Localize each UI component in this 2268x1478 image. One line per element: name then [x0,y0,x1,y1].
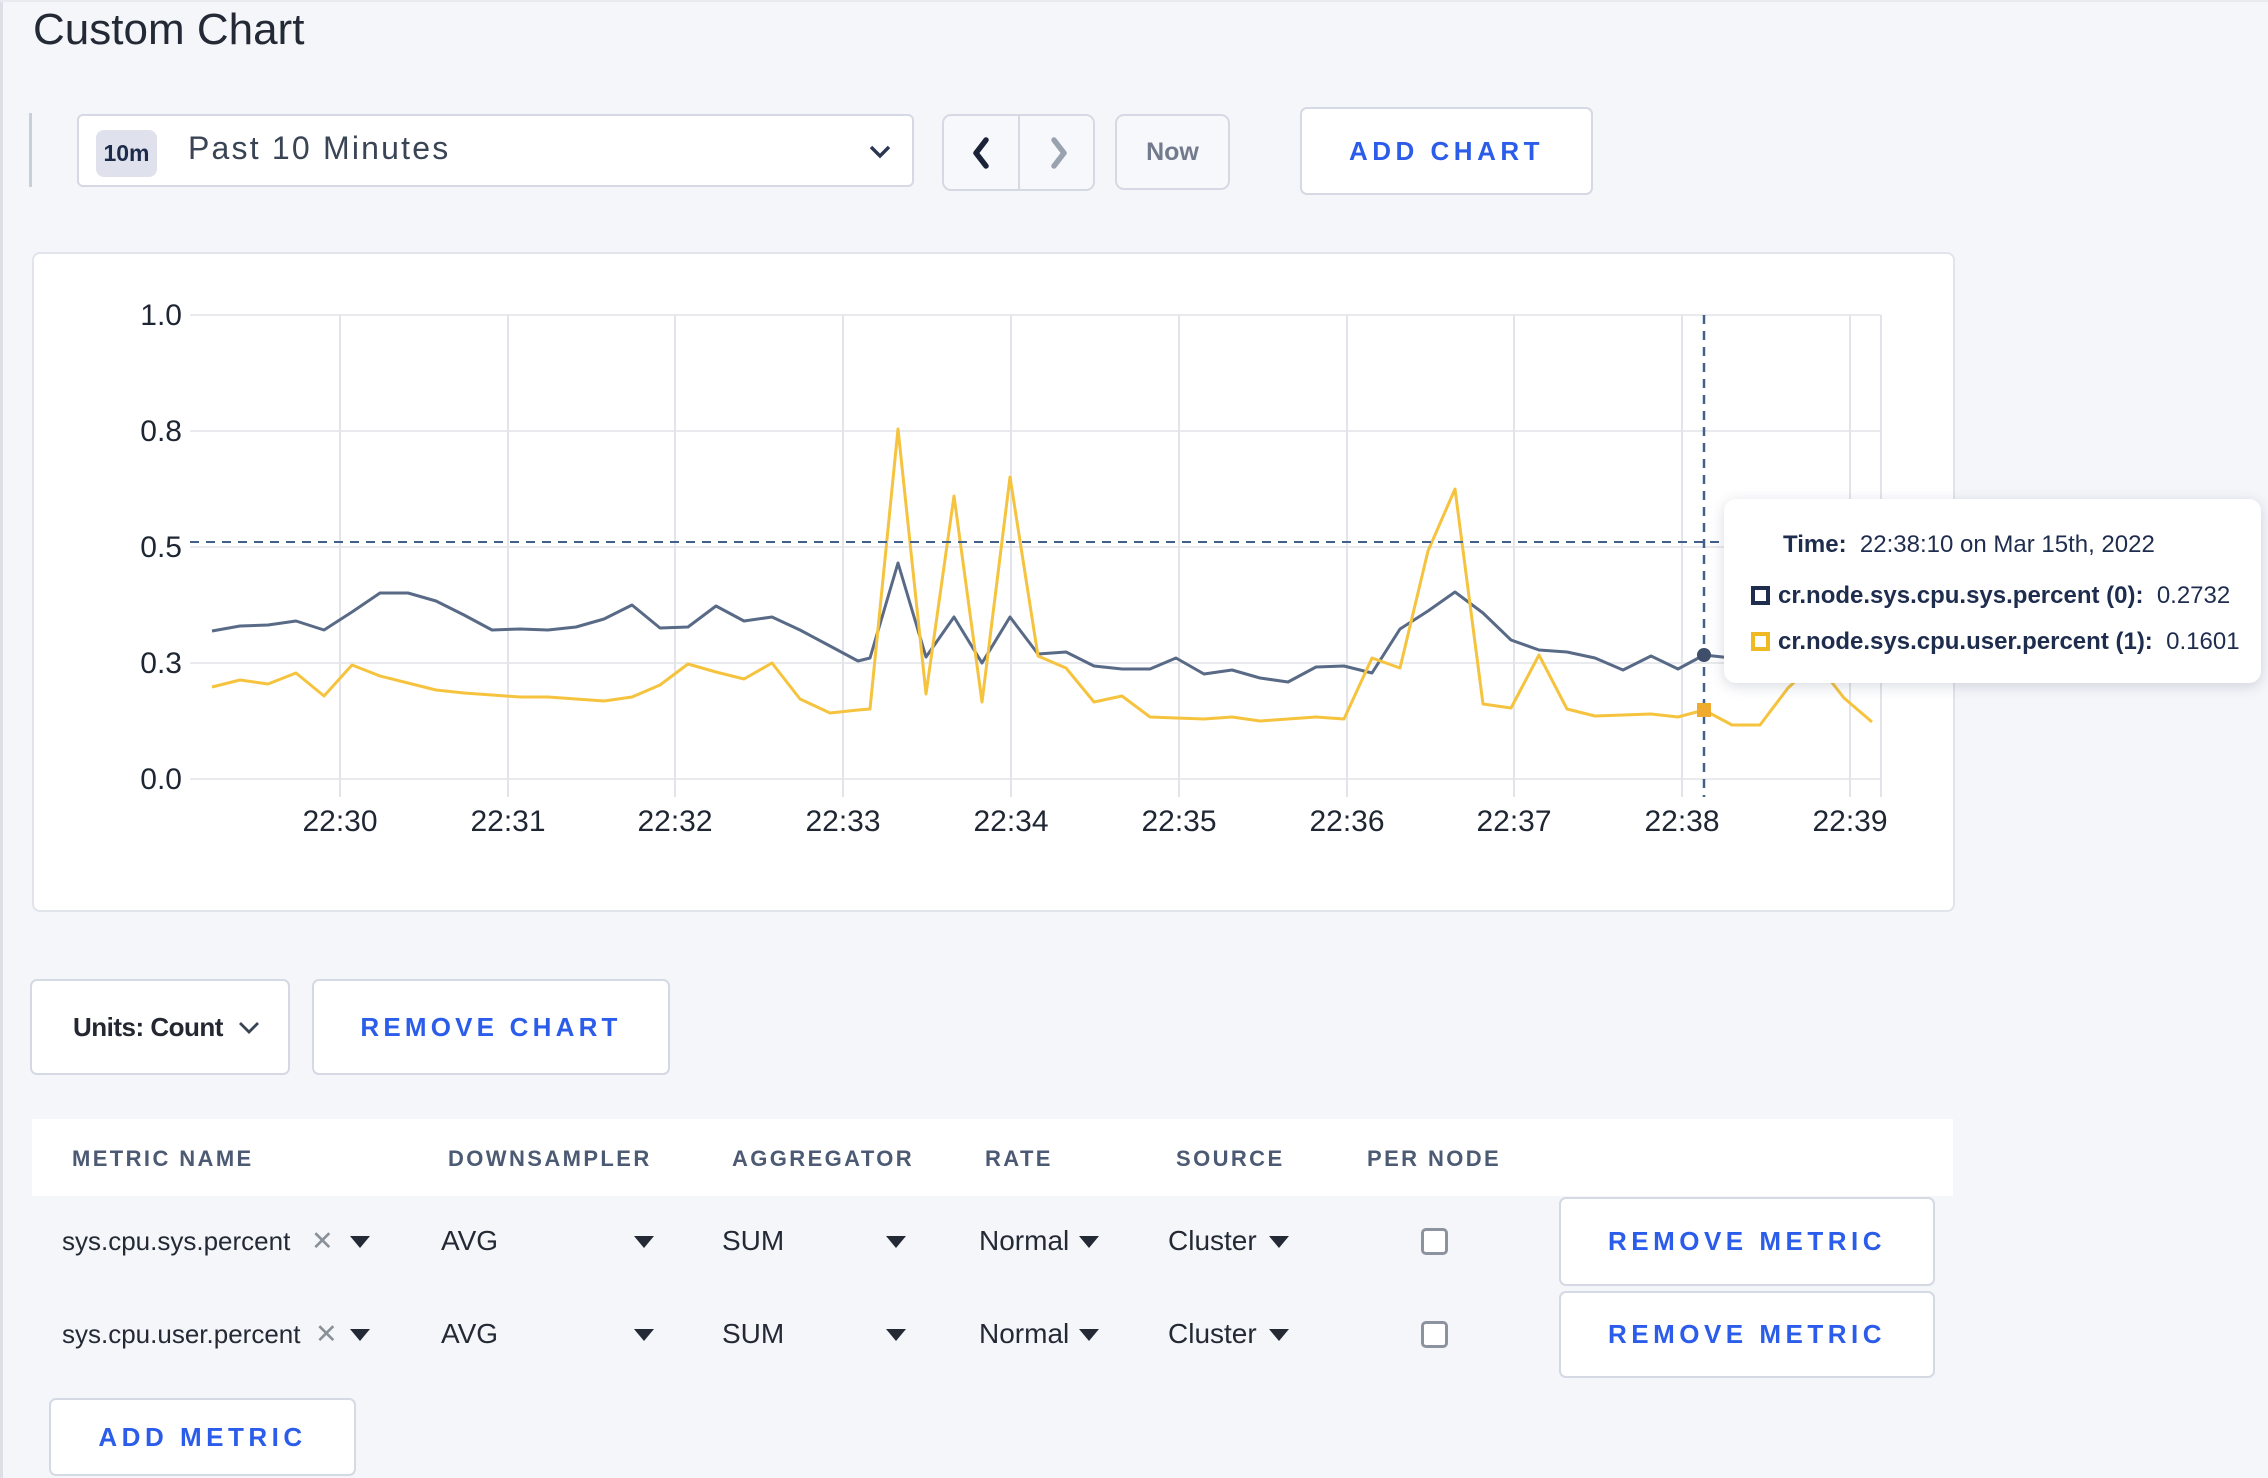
svg-text:22:38: 22:38 [1644,805,1719,838]
svg-text:1.0: 1.0 [140,299,182,332]
svg-text:22:30: 22:30 [302,805,377,838]
svg-text:0.3: 0.3 [140,647,182,680]
svg-text:22:34: 22:34 [973,805,1048,838]
svg-text:22:33: 22:33 [805,805,880,838]
svg-text:22:32: 22:32 [637,805,712,838]
svg-text:22:36: 22:36 [1309,805,1384,838]
svg-text:0.0: 0.0 [140,763,182,796]
svg-text:0.5: 0.5 [140,531,182,564]
svg-text:0.8: 0.8 [140,415,182,448]
svg-text:22:37: 22:37 [1476,805,1551,838]
svg-text:22:39: 22:39 [1812,805,1887,838]
svg-text:22:31: 22:31 [470,805,545,838]
svg-text:22:35: 22:35 [1141,805,1216,838]
